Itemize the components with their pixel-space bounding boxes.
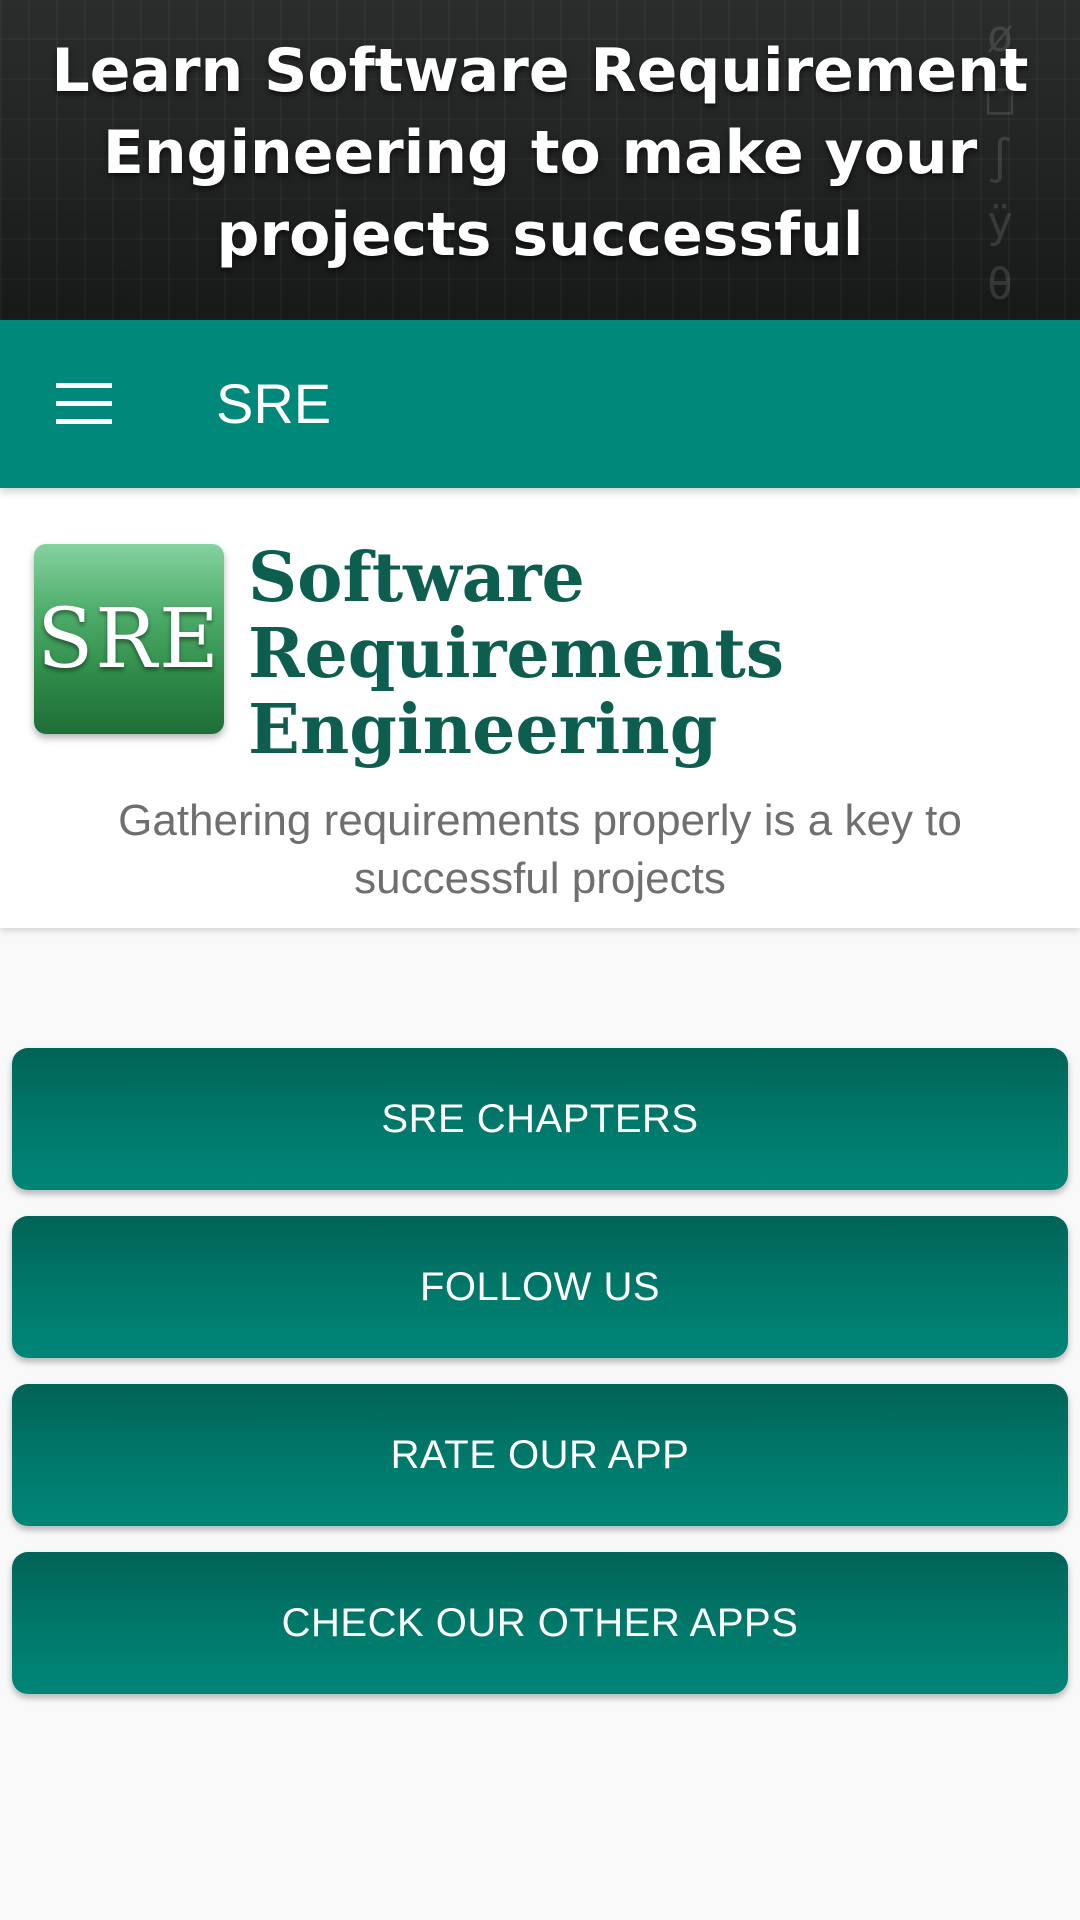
promo-banner: ø □ ∫ ÿ θ Learn Software Requirement Enginee… xyxy=(0,0,1080,320)
rate-our-app-button[interactable]: RATE OUR APP xyxy=(12,1384,1068,1526)
menu-button[interactable] xyxy=(26,356,142,452)
follow-us-button[interactable]: FOLLOW US xyxy=(12,1216,1068,1358)
app-logo: SRE xyxy=(34,544,224,734)
banner-title: Learn Software Requirement Engineering t… xyxy=(51,36,1029,270)
action-buttons: SRE CHAPTERS FOLLOW US RATE OUR APP CHEC… xyxy=(12,1048,1068,1720)
app-name-heading: Software Requirements Engineering xyxy=(248,538,785,770)
toolbar-title: SRE xyxy=(216,372,332,435)
check-other-apps-button[interactable]: CHECK OUR OTHER APPS xyxy=(12,1552,1068,1694)
app-toolbar: SRE xyxy=(0,320,1080,488)
hamburger-menu-icon xyxy=(56,383,112,424)
app-tagline: Gathering requirements properly is a key… xyxy=(118,796,962,903)
app-header-card: SRE Software Requirements Engineering Ga… xyxy=(0,488,1080,928)
sre-chapters-button[interactable]: SRE CHAPTERS xyxy=(12,1048,1068,1190)
